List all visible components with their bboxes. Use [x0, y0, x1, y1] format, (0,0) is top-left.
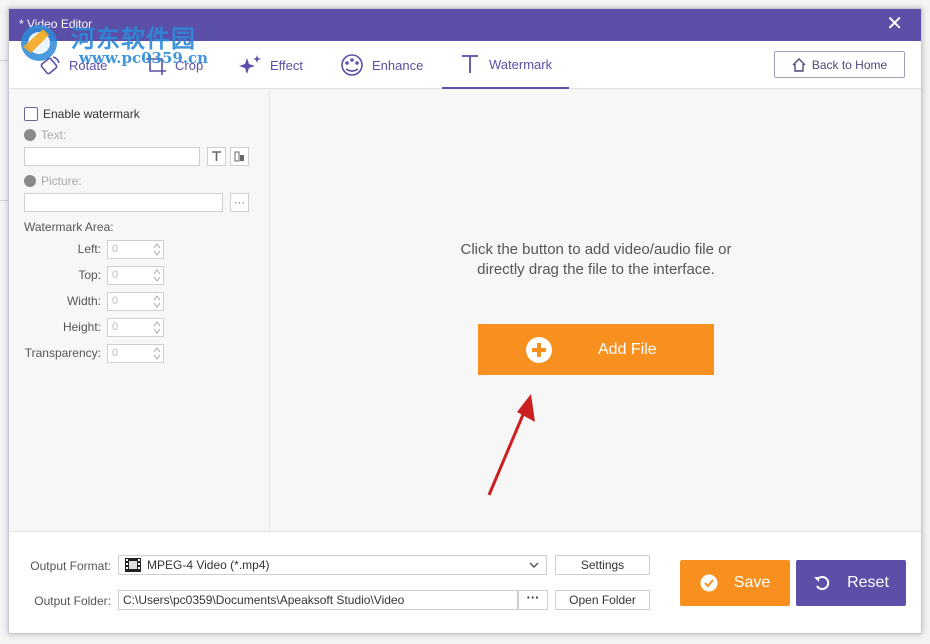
height-value: 0 — [112, 321, 119, 333]
plus-icon — [526, 336, 552, 363]
width-label: Width: — [66, 294, 101, 308]
text-format-icon — [212, 151, 221, 161]
effect-icon — [239, 55, 261, 74]
tab-watermark-label: Watermark — [489, 56, 553, 72]
stepper-arrows-icon[interactable] — [153, 320, 161, 335]
reset-label: Reset — [847, 574, 889, 591]
video-format-icon — [125, 558, 141, 572]
background-divider — [0, 200, 8, 201]
picture-option-row[interactable]: Picture: — [24, 174, 82, 188]
height-stepper[interactable]: 0 — [107, 318, 164, 337]
tab-effect-label: Effect — [270, 57, 304, 73]
output-format-label: Output Format: — [30, 559, 111, 573]
width-stepper[interactable]: 0 — [107, 292, 164, 311]
transparency-label: Transparency: — [24, 346, 101, 360]
top-value: 0 — [112, 269, 119, 281]
video-editor-window: * Video Editor ✕ Rotate Crop Effect Enha… — [8, 8, 922, 634]
enable-watermark-label: Enable watermark — [43, 107, 140, 121]
add-file-button[interactable]: Add File — [478, 324, 714, 375]
stepper-arrows-icon[interactable] — [153, 242, 161, 257]
width-value: 0 — [112, 295, 119, 307]
tab-watermark[interactable]: Watermark — [442, 41, 569, 89]
text-style-button[interactable] — [230, 147, 249, 166]
back-to-home-button[interactable]: Back to Home — [774, 51, 905, 78]
left-label: Left: — [77, 242, 101, 256]
site-watermark-url: www.pc0359.cn — [79, 49, 209, 67]
drop-hint-line2: directly drag the file to the interface. — [477, 261, 715, 278]
tab-enhance[interactable]: Enhance — [340, 41, 423, 89]
top-stepper[interactable]: 0 — [107, 266, 164, 285]
close-icon[interactable]: ✕ — [886, 14, 903, 34]
output-format-select[interactable]: MPEG-4 Video (*.mp4) — [118, 555, 547, 575]
text-font-button[interactable] — [207, 147, 226, 166]
back-to-home-label: Back to Home — [811, 57, 888, 72]
open-folder-button[interactable]: Open Folder — [555, 590, 650, 610]
picture-option-label: Picture: — [41, 174, 82, 188]
height-label: Height: — [62, 320, 101, 334]
enable-watermark-row[interactable]: Enable watermark — [24, 107, 140, 121]
stepper-arrows-icon[interactable] — [153, 294, 161, 309]
output-folder-label: Output Folder: — [34, 594, 111, 608]
watermark-area-label: Watermark Area: — [24, 220, 114, 234]
left-stepper[interactable]: 0 — [107, 240, 164, 259]
chevron-down-icon[interactable] — [528, 559, 540, 571]
text-style-icon — [234, 151, 244, 162]
save-label: Save — [733, 574, 771, 591]
transparency-stepper[interactable]: 0 — [107, 344, 164, 363]
drop-hint: Click the button to add video/audio file… — [271, 240, 921, 280]
save-button[interactable]: Save — [680, 560, 790, 606]
output-format-value: MPEG-4 Video (*.mp4) — [147, 558, 270, 572]
text-option-row[interactable]: Text: — [24, 128, 66, 142]
tab-effect[interactable]: Effect — [238, 41, 303, 89]
top-label: Top: — [78, 268, 101, 282]
background-divider — [0, 60, 8, 61]
enable-watermark-checkbox[interactable] — [24, 107, 38, 121]
stepper-arrows-icon[interactable] — [153, 346, 161, 361]
text-option-label: Text: — [41, 128, 67, 142]
picture-path-input[interactable] — [24, 193, 223, 212]
output-folder-input[interactable]: C:\Users\pc0359\Documents\Apeaksoft Stud… — [118, 590, 518, 610]
site-logo — [21, 25, 57, 61]
transparency-value: 0 — [112, 347, 119, 359]
watermark-text-input[interactable] — [24, 147, 200, 166]
text-radio[interactable] — [24, 129, 36, 141]
left-value: 0 — [112, 243, 119, 255]
reset-icon — [814, 576, 830, 590]
settings-button[interactable]: Settings — [555, 555, 650, 575]
tab-enhance-label: Enhance — [372, 57, 424, 73]
browse-folder-button[interactable]: ··· — [518, 590, 548, 610]
text-icon — [462, 55, 478, 73]
drop-hint-line1: Click the button to add video/audio file… — [460, 241, 732, 258]
check-circle-icon — [700, 574, 718, 592]
preview-area[interactable]: Click the button to add video/audio file… — [271, 90, 921, 531]
stepper-arrows-icon[interactable] — [153, 268, 161, 283]
picture-radio[interactable] — [24, 175, 36, 187]
add-file-label: Add File — [598, 340, 657, 358]
enhance-icon — [341, 54, 363, 76]
picture-browse-button[interactable]: ··· — [230, 193, 249, 212]
home-icon — [792, 57, 806, 72]
watermark-settings-panel: Enable watermark Text: Picture: ··· Wate… — [9, 90, 270, 531]
output-bar: Output Format: MPEG-4 Video (*.mp4) Sett… — [9, 531, 921, 633]
reset-button[interactable]: Reset — [796, 560, 906, 606]
annotation-arrow-icon — [487, 394, 535, 496]
